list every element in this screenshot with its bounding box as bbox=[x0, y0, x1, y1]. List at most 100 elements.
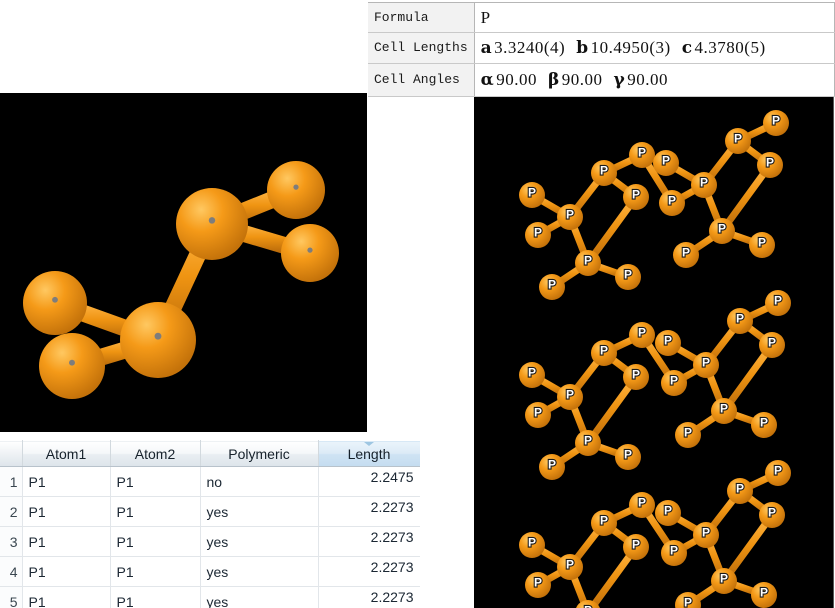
atom-sphere[interactable]: P bbox=[751, 412, 777, 438]
info-value-cell-lengths: a 3.3240(4) b 10.4950(3) c 4.3780(5) bbox=[474, 32, 835, 64]
atom-sphere[interactable]: P bbox=[525, 402, 551, 428]
bond-table-header: Atom1 Atom2 Polymeric Length bbox=[0, 440, 420, 467]
bond-length-table-panel[interactable]: Atom1 Atom2 Polymeric Length 1 P1 P1 no 2.24… bbox=[0, 440, 420, 608]
atom-sphere[interactable]: P bbox=[661, 540, 687, 566]
atom-label: P bbox=[702, 356, 710, 370]
atom-sphere[interactable]: P bbox=[539, 274, 565, 300]
atom-label: P bbox=[534, 576, 542, 590]
atom-label: P bbox=[624, 268, 632, 282]
crystal-packing-canvas[interactable]: P P P P P P P P P P P P P P P P P P P P P P P P P P P P P P P P P P P P P P P P… bbox=[474, 97, 834, 608]
cell-length: 2.2273 bbox=[318, 526, 420, 557]
atom-label: P bbox=[684, 596, 692, 608]
table-row[interactable]: 5 P1 P1 yes 2.2273 bbox=[0, 586, 420, 608]
cell-index: 5 bbox=[0, 586, 23, 608]
cell-length-c: c 4.3780(5) bbox=[681, 37, 766, 58]
sort-descending-icon bbox=[364, 442, 374, 446]
atom-sphere[interactable]: P bbox=[623, 364, 649, 390]
atom-sphere[interactable]: P bbox=[693, 522, 719, 548]
atom-sphere[interactable]: P bbox=[751, 582, 777, 608]
column-header-length[interactable]: Length bbox=[317, 440, 420, 467]
crystal-packing-viewer[interactable]: P P P P P P P P P P P P P P P P P P P P P P P P P P P P P P P P P P P P P P P P… bbox=[474, 97, 834, 608]
atom-sphere[interactable]: P bbox=[519, 532, 545, 558]
atom-sphere[interactable]: P bbox=[557, 554, 583, 580]
atom-body bbox=[39, 333, 105, 399]
cell-atom1: P1 bbox=[22, 586, 111, 608]
atom-sphere[interactable]: P bbox=[525, 222, 551, 248]
column-header-atom1[interactable]: Atom1 bbox=[22, 440, 111, 467]
atom-sphere[interactable]: P bbox=[629, 492, 655, 518]
atom-sphere[interactable]: P bbox=[557, 384, 583, 410]
atom-sphere[interactable]: P bbox=[709, 218, 735, 244]
atom-sphere[interactable]: P bbox=[759, 332, 785, 358]
table-row[interactable]: 2 P1 P1 yes 2.2273 bbox=[0, 496, 420, 527]
atom-sphere[interactable]: P bbox=[623, 184, 649, 210]
atom-body bbox=[120, 302, 196, 378]
atom-sphere[interactable]: P bbox=[661, 370, 687, 396]
atom-sphere[interactable]: P bbox=[765, 290, 791, 316]
atom-sphere[interactable]: P bbox=[519, 182, 545, 208]
column-header-atom2[interactable]: Atom2 bbox=[110, 440, 201, 467]
atom-sphere[interactable] bbox=[267, 161, 325, 219]
atom-sphere[interactable]: P bbox=[655, 330, 681, 356]
atom-sphere[interactable]: P bbox=[675, 592, 701, 608]
atom-label: P bbox=[566, 388, 574, 402]
symbol-alpha: α bbox=[480, 69, 495, 90]
molecule-fragment-canvas[interactable] bbox=[0, 93, 367, 432]
cell-polymeric: yes bbox=[200, 496, 319, 527]
atom-sphere[interactable]: P bbox=[591, 160, 617, 186]
atom-sphere[interactable]: P bbox=[629, 322, 655, 348]
atom-label: P bbox=[736, 482, 744, 496]
atom-sphere[interactable]: P bbox=[591, 340, 617, 366]
atom-label: P bbox=[548, 278, 556, 292]
table-row[interactable]: 1 P1 P1 no 2.2475 bbox=[0, 466, 420, 497]
atom-sphere[interactable]: P bbox=[539, 454, 565, 480]
atom-sphere[interactable]: P bbox=[623, 534, 649, 560]
atom-sphere[interactable]: P bbox=[727, 308, 753, 334]
atom-sphere[interactable]: P bbox=[727, 478, 753, 504]
atom-sphere[interactable]: P bbox=[673, 242, 699, 268]
atom-sphere[interactable] bbox=[39, 333, 105, 399]
atom-sphere[interactable] bbox=[120, 302, 196, 378]
atom-sphere[interactable]: P bbox=[725, 128, 751, 154]
molecule-fragment-viewer[interactable] bbox=[0, 93, 367, 432]
atom-label: P bbox=[774, 294, 782, 308]
info-value-formula: P bbox=[474, 2, 835, 34]
atom-sphere[interactable]: P bbox=[691, 172, 717, 198]
atom-sphere[interactable]: P bbox=[693, 352, 719, 378]
atom-sphere[interactable]: P bbox=[575, 250, 601, 276]
atom-sphere[interactable]: P bbox=[659, 190, 685, 216]
atom-label: P bbox=[664, 334, 672, 348]
atom-sphere[interactable]: P bbox=[749, 232, 775, 258]
atom-label: P bbox=[584, 604, 592, 608]
atom-sphere[interactable]: P bbox=[655, 500, 681, 526]
atom-sphere[interactable]: P bbox=[759, 502, 785, 528]
atom-sphere[interactable]: P bbox=[711, 398, 737, 424]
atom-sphere[interactable]: P bbox=[557, 204, 583, 230]
atom-sphere[interactable]: P bbox=[763, 110, 789, 136]
cell-polymeric: no bbox=[200, 466, 319, 497]
atom-sphere[interactable] bbox=[23, 271, 87, 335]
symbol-c: c bbox=[681, 37, 693, 58]
cell-atom2: P1 bbox=[110, 496, 201, 527]
table-row[interactable]: 3 P1 P1 yes 2.2273 bbox=[0, 526, 420, 557]
atom-sphere[interactable]: P bbox=[629, 142, 655, 168]
atom-sphere[interactable]: P bbox=[653, 150, 679, 176]
column-header-polymeric[interactable]: Polymeric bbox=[200, 440, 319, 467]
atom-sphere[interactable]: P bbox=[525, 572, 551, 598]
atom-sphere[interactable]: P bbox=[591, 510, 617, 536]
atom-sphere[interactable]: P bbox=[615, 444, 641, 470]
atom-sphere[interactable]: P bbox=[711, 568, 737, 594]
atom-sphere[interactable] bbox=[176, 188, 248, 260]
column-header-index[interactable] bbox=[0, 440, 23, 467]
atom-sphere[interactable]: P bbox=[765, 460, 791, 486]
atom-sphere[interactable]: P bbox=[675, 422, 701, 448]
atom-sphere[interactable]: P bbox=[575, 430, 601, 456]
atom-sphere[interactable]: P bbox=[519, 362, 545, 388]
atom-label: P bbox=[702, 526, 710, 540]
atom-sphere[interactable]: P bbox=[615, 264, 641, 290]
atom-sphere[interactable]: P bbox=[757, 152, 783, 178]
atom-sphere[interactable] bbox=[281, 224, 339, 282]
table-row[interactable]: 4 P1 P1 yes 2.2273 bbox=[0, 556, 420, 587]
atom-label: P bbox=[534, 406, 542, 420]
crystal-info-table: Formula P Cell Lengths a 3.3240(4) b 10.495… bbox=[368, 2, 835, 98]
